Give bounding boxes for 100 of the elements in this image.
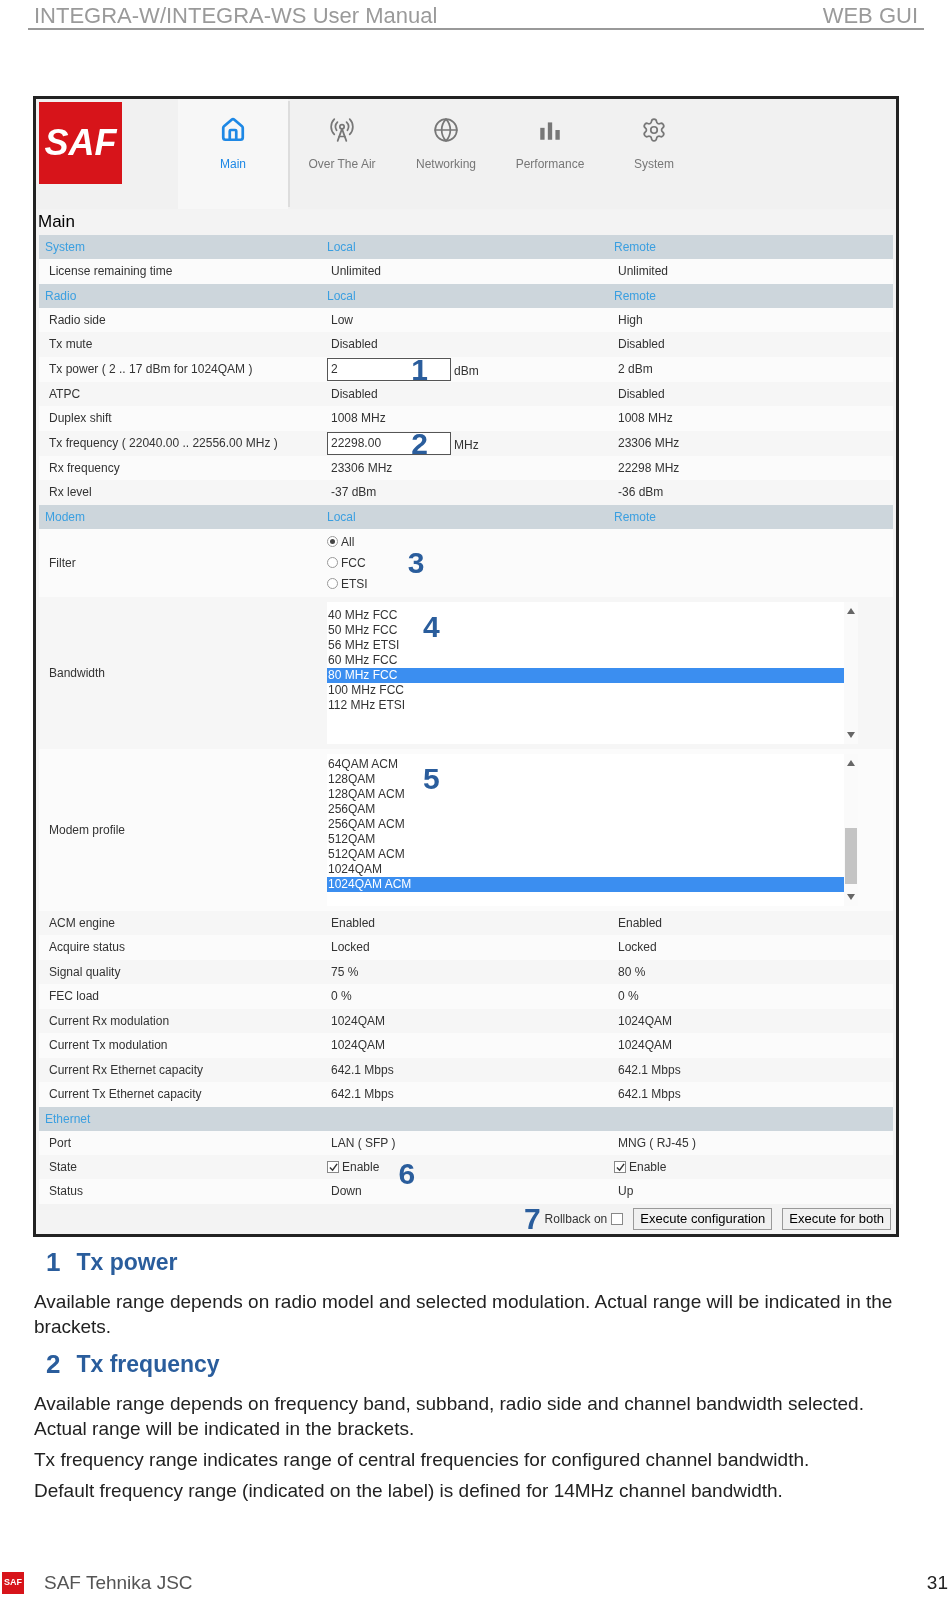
radio-tower-icon: [329, 117, 355, 143]
callout-number: 7: [523, 1203, 541, 1234]
row-label: Tx power ( 2 .. 17 dBm for 1024QAM ): [49, 362, 253, 376]
local-value: 1008 MHz: [331, 411, 386, 426]
remote-value: MNG ( RJ-45 ): [618, 1135, 696, 1150]
local-value: 75 %: [331, 964, 359, 979]
list-option[interactable]: 1024QAM: [327, 861, 383, 877]
row-label: Tx frequency ( 22040.00 .. 22556.00 MHz ): [49, 436, 278, 450]
nav-tab[interactable]: Networking: [394, 99, 498, 209]
scroll-up-icon[interactable]: [847, 607, 855, 614]
nav-tab[interactable]: Over The Air: [290, 99, 394, 209]
list-option[interactable]: 112 MHz ETSI: [327, 697, 406, 713]
scroll-down-icon[interactable]: [847, 731, 855, 738]
local-value: Enabled: [331, 915, 376, 930]
row-label: Signal quality: [49, 964, 121, 979]
row-label: Tx mute: [49, 337, 93, 352]
radio-button[interactable]: [327, 557, 338, 568]
list-box[interactable]: 64QAM ACM 128QAM 128QAM ACM 256QAM 256QAM ACM 512QAM 512QAM ACM 1024QAM 1024QAM ACM 5: [327, 753, 858, 906]
row-label: License remaining time: [49, 264, 173, 279]
checkbox[interactable]: [327, 1161, 339, 1173]
scrollbar-thumb[interactable]: [845, 827, 857, 884]
note-title: Tx frequency: [76, 1352, 220, 1377]
remote-value: Disabled: [618, 337, 665, 352]
radio-label: FCC: [341, 554, 366, 572]
remote-value: 23306 MHz: [618, 436, 680, 450]
row-label: Current Tx modulation: [49, 1038, 168, 1053]
page-title: Main: [37, 211, 76, 233]
row-label: FEC load: [49, 989, 100, 1004]
local-value: 1024QAM: [331, 1038, 386, 1053]
nav-tab[interactable]: Performance: [498, 99, 602, 209]
note-number: 2: [46, 1352, 61, 1377]
list-option[interactable]: 256QAM: [327, 801, 376, 817]
local-value: Low: [331, 312, 353, 327]
section-title: WEB GUI: [822, 4, 918, 28]
execute-button[interactable]: Execute configuration: [633, 1207, 773, 1230]
section-name: System: [45, 240, 85, 254]
remote-value: 2 dBm: [618, 362, 653, 376]
radio-button[interactable]: [327, 578, 338, 589]
row-label: Modem profile: [49, 822, 126, 837]
note-title: Tx power: [76, 1250, 178, 1275]
note-number: 1: [46, 1250, 61, 1275]
local-value: 1024QAM: [331, 1013, 386, 1028]
column-header: Remote: [614, 240, 657, 254]
scrollbar[interactable]: [844, 601, 858, 744]
remote-value: 642.1 Mbps: [618, 1062, 681, 1077]
rollback-label: Rollback on: [544, 1210, 608, 1228]
globe-icon: [433, 117, 459, 143]
unit-label: dBm: [454, 363, 479, 380]
nav-tab[interactable]: Main: [178, 99, 288, 209]
remote-value: 22298 MHz: [618, 460, 680, 475]
note-paragraph: Available range depends on frequency band, subband, radio side and channel bandwidth selected. Actual range will be indicated in the brackets.: [34, 1391, 865, 1441]
list-option[interactable]: 256QAM ACM: [327, 816, 405, 832]
row-label: Filter: [49, 555, 76, 570]
local-value: 0 %: [331, 989, 352, 1004]
house-icon: [220, 117, 246, 143]
execute-button[interactable]: Execute for both: [782, 1207, 891, 1230]
remote-value: -36 dBm: [618, 485, 664, 500]
remote-value: Disabled: [618, 386, 665, 401]
list-option[interactable]: 56 MHz ETSI: [327, 637, 400, 653]
row-label: Current Rx Ethernet capacity: [49, 1062, 204, 1077]
remote-value: 1008 MHz: [618, 411, 673, 426]
list-option[interactable]: 100 MHz FCC: [327, 682, 404, 698]
section-name: Ethernet: [45, 1111, 91, 1126]
row-label: Current Tx Ethernet capacity: [49, 1087, 202, 1102]
page-number: 31: [926, 1570, 948, 1595]
list-option[interactable]: 60 MHz FCC: [327, 652, 398, 668]
list-option[interactable]: 50 MHz FCC: [327, 622, 398, 638]
list-option[interactable]: 64QAM ACM: [327, 756, 399, 772]
list-option[interactable]: 128QAM: [327, 771, 376, 787]
column-header: Local: [327, 288, 356, 303]
local-value: -37 dBm: [331, 485, 377, 500]
list-option[interactable]: 512QAM: [327, 831, 376, 847]
checkbox[interactable]: [611, 1212, 624, 1225]
local-value: 23306 MHz: [331, 460, 393, 475]
row-label: Current Rx modulation: [49, 1013, 170, 1028]
manual-title: INTEGRA-W/INTEGRA-WS User Manual: [34, 4, 438, 28]
value-field[interactable]: 22298.00 2: [327, 431, 451, 455]
local-value: Unlimited: [331, 264, 381, 279]
list-box[interactable]: 40 MHz FCC 50 MHz FCC 56 MHz ETSI 60 MHz FCC 80 MHz FCC 100 MHz FCC 112 MHz ETSI 4: [327, 601, 858, 744]
row-label: Duplex shift: [49, 411, 112, 426]
remote-value: Enabled: [618, 915, 663, 930]
list-option[interactable]: 512QAM ACM: [327, 846, 405, 862]
radio-button[interactable]: [327, 536, 338, 547]
list-option[interactable]: 128QAM ACM: [327, 786, 405, 802]
local-value: 642.1 Mbps: [331, 1087, 394, 1102]
scroll-down-icon[interactable]: [847, 893, 855, 900]
radio-label: All: [341, 533, 355, 551]
nav-tab[interactable]: System: [602, 99, 706, 209]
checkbox[interactable]: [614, 1161, 626, 1173]
checkbox-label: Enable: [342, 1159, 380, 1176]
remote-value: Unlimited: [618, 264, 668, 279]
local-value: Down: [331, 1184, 362, 1199]
note-paragraph: Available range depends on radio model and selected modulation. Actual range will be indicated in the brackets.: [34, 1289, 894, 1339]
section-name: Modem: [45, 509, 85, 524]
note-paragraph: Default frequency range (indicated on the label) is defined for 14MHz channel bandwidth.: [34, 1478, 784, 1503]
callout-number: 4: [423, 611, 440, 642]
list-option[interactable]: 40 MHz FCC: [327, 607, 398, 623]
scroll-up-icon[interactable]: [847, 759, 855, 766]
value-field[interactable]: 2 1: [327, 357, 451, 381]
callout-number: 5: [423, 763, 440, 794]
